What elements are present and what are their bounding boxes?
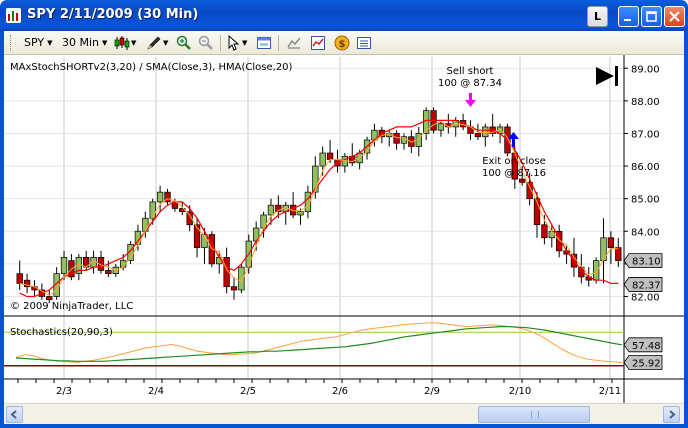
candle-up (319, 152, 326, 167)
app-logo-icon (6, 8, 21, 23)
time-axis-label: 2/9 (424, 386, 440, 397)
candle-up (297, 211, 304, 216)
data-box-icon[interactable] (286, 35, 302, 51)
candle-up (482, 126, 489, 138)
close-icon (669, 11, 680, 22)
stochastics-label: Stochastics(20,90,3) (10, 327, 113, 338)
exit-on-close-label: Exit on close (482, 156, 546, 167)
candle-down (474, 133, 482, 138)
toolbar-grip[interactable] (10, 35, 13, 51)
minimize-button[interactable] (618, 6, 639, 27)
minimize-icon (624, 19, 631, 21)
candle-up (60, 257, 68, 275)
chart-canvas[interactable]: 89.0088.0087.0086.0085.0084.0083.0082.00… (4, 55, 684, 403)
chart-toolbar: SPY ▼ 30 Min ▼ ▼ ▼ ▼ $ (4, 31, 684, 55)
candle-down (105, 270, 112, 275)
price-panel-label: MAxStochSHORTv2(3,20) / SMA(Close,3), HM… (10, 62, 293, 73)
sell-short-label: Sell short (447, 66, 494, 77)
candle-down (607, 237, 615, 248)
stochastics-panel: 57.48 25.92 (4, 315, 684, 370)
link-button[interactable]: L (587, 6, 608, 27)
pencil-draw-icon[interactable] (146, 35, 162, 51)
exit-on-close-detail: 100 @ 87.16 (482, 168, 546, 179)
cursor-icon[interactable] (226, 35, 242, 51)
axis-tick-label: 89.00 (631, 64, 660, 75)
sell-arrow-icon (465, 93, 476, 107)
candle-down (230, 286, 238, 291)
properties-icon[interactable] (256, 35, 272, 51)
axis-tick-label: 84.00 (631, 227, 660, 238)
time-axis-label: 2/5 (240, 386, 256, 397)
chevron-down-icon: ▼ (47, 39, 53, 47)
window-title: SPY 2/11/2009 (30 Min) (27, 7, 199, 22)
time-axis-label: 2/11 (599, 386, 621, 397)
candle-up (592, 260, 600, 281)
axis-tick-label: 86.00 (631, 162, 660, 173)
price-marker-label: 82.37 (632, 280, 661, 291)
stoch-marker-label: 57.48 (632, 341, 661, 352)
candle-up (437, 123, 445, 131)
chevron-left-icon (10, 410, 17, 419)
candlestick-series (16, 107, 622, 303)
axis-tick-label: 85.00 (631, 195, 660, 206)
stoch-marker-label: 25.92 (632, 358, 661, 369)
chevron-down-icon: ▼ (102, 39, 108, 47)
time-axis-label: 2/6 (332, 386, 348, 397)
time-axis-label: 2/4 (148, 386, 164, 397)
chart-area[interactable]: 89.0088.0087.0086.0085.0084.0083.0082.00… (4, 55, 684, 403)
candle-down (393, 133, 400, 144)
sma-line (19, 120, 619, 296)
candle-up (238, 266, 245, 291)
axis-tick-label: 88.00 (631, 97, 660, 108)
candle-down (46, 296, 53, 301)
instrument-label: SPY (24, 36, 45, 49)
copyright-label: © 2009 NinjaTrader, LLC (10, 301, 133, 312)
scroll-grip (531, 411, 539, 418)
time-axis-label: 2/3 (56, 386, 72, 397)
play-end-icon[interactable] (596, 66, 618, 86)
chevron-right-icon (669, 410, 676, 419)
candle-down (326, 152, 334, 160)
window-frame-bottom (0, 424, 688, 428)
instrument-selector[interactable]: SPY ▼ (24, 35, 52, 51)
maximize-button[interactable] (641, 6, 662, 27)
svg-text:$: $ (339, 39, 346, 50)
sell-short-detail: 100 @ 87.34 (438, 78, 502, 89)
toolbar-separator (278, 35, 279, 51)
toolbar-separator (220, 35, 221, 51)
zoom-in-icon[interactable] (176, 35, 192, 51)
candle-down (615, 247, 622, 261)
chevron-down-icon[interactable]: ▼ (131, 35, 136, 51)
time-axis-label: 2/10 (509, 386, 531, 397)
candle-up (548, 230, 555, 239)
chart-trader-icon[interactable] (310, 35, 326, 51)
candle-up (267, 204, 275, 216)
title-bar[interactable]: SPY 2/11/2009 (30 Min) L (0, 0, 688, 31)
scroll-left-button[interactable] (6, 406, 23, 423)
price-marker-label: 83.10 (632, 257, 661, 268)
time-axis: 2/3 2/4 2/5 2/6 2/9 2/10 2/11 (4, 378, 684, 397)
chevron-down-icon[interactable]: ▼ (163, 35, 168, 51)
chevron-down-icon[interactable]: ▼ (242, 35, 247, 51)
interval-selector[interactable]: 30 Min ▼ (62, 35, 107, 51)
candle-down (519, 178, 526, 183)
close-button[interactable] (664, 6, 685, 27)
candle-down (16, 273, 23, 284)
window-frame-right (684, 31, 688, 428)
candlestick-style-icon[interactable] (114, 35, 130, 51)
axis-tick-label: 87.00 (631, 129, 660, 140)
maximize-icon (646, 11, 657, 22)
zoom-out-icon[interactable] (198, 35, 214, 51)
interval-label: 30 Min (62, 36, 100, 49)
candle-up (260, 214, 267, 229)
candle-down (541, 224, 548, 239)
scroll-thumb[interactable] (478, 406, 590, 423)
candle-up (156, 191, 164, 203)
axis-tick-label: 82.00 (631, 292, 660, 303)
candle-up (149, 201, 156, 219)
list-icon[interactable] (356, 35, 372, 51)
coin-icon[interactable]: $ (334, 35, 350, 51)
horizontal-scrollbar[interactable] (4, 403, 684, 424)
scroll-right-button[interactable] (663, 406, 680, 423)
